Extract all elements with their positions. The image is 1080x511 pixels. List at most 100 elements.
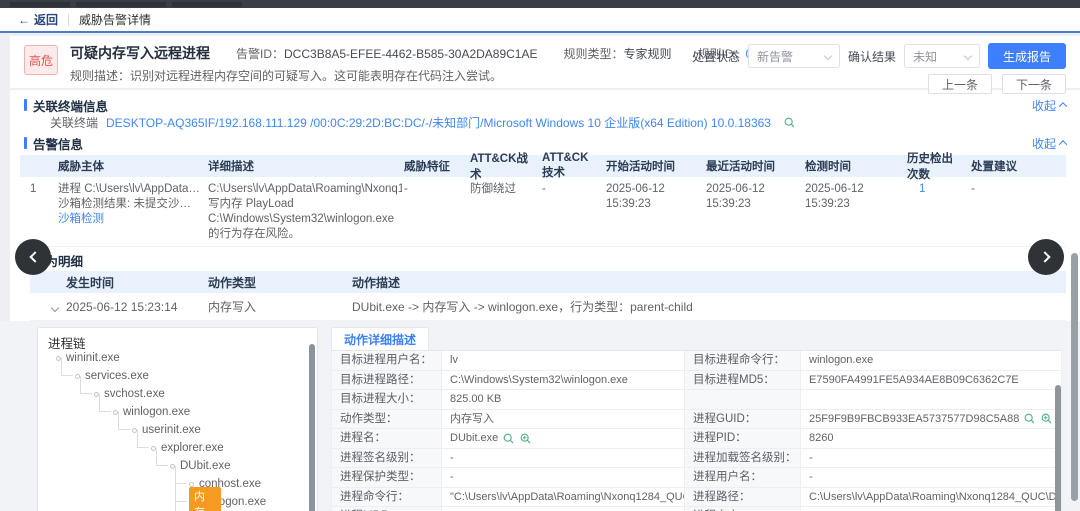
detail-label: 目标进程命令行： [685, 351, 801, 371]
detail-value-text: C:\Windows\System32\winlogon.exe [450, 373, 628, 386]
carousel-next-button[interactable] [1028, 239, 1064, 275]
search-icon[interactable] [783, 116, 796, 129]
alert-column-header: ATT&CK技术 [542, 152, 589, 179]
next-alert-button[interactable]: 下一条 [1002, 74, 1066, 94]
process-panel-scrollbar-thumb[interactable] [309, 344, 315, 511]
behavior-column-header: 动作类型 [208, 275, 257, 290]
alert-column-header: 检测时间 [805, 161, 851, 173]
detail-value: - [442, 468, 685, 488]
alert-column-header: 开始活动时间 [606, 161, 675, 173]
technique-cell: - [542, 183, 546, 195]
detail-label: 进程名： [332, 429, 442, 449]
carousel-prev-button[interactable] [15, 239, 51, 275]
alert-section-title: 告警信息 [33, 137, 84, 152]
zoom-in-icon[interactable] [1040, 412, 1053, 425]
detail-label: 目标进程MD5： [685, 370, 801, 390]
chrome-tab-fragment [76, 1, 166, 7]
detail-label: 进程签名级别： [332, 448, 442, 468]
alert-title: 可疑内存写入远程进程 [70, 45, 210, 61]
detail-value: 25F9F9B9FBCB933EA5737577D98C5A88 [801, 409, 1062, 429]
suggestion-cell: - [971, 183, 975, 195]
search-icon[interactable] [502, 432, 515, 445]
alert-table: 威胁主体 详细描述 威胁特征 ATT&CK战术 ATT&CK技术 开始活动时间 最近活动时间… [20, 152, 1066, 247]
alert-column-header: 最近活动时间 [706, 161, 775, 173]
detail-value: - [801, 448, 1062, 468]
terminal-label: 关联终端 [50, 116, 99, 130]
detail-label [685, 390, 801, 410]
terminal-section-title: 关联终端信息 [33, 99, 109, 114]
action-type-badge: 内存写入 [189, 487, 221, 511]
process-chain-title: 进程链 [48, 337, 86, 351]
process-chain-panel: 进程链 wininit.exe services.exe svchost.exe wi… [37, 327, 318, 511]
behavior-desc-cell: DUbit.exe -> 内存写入 -> winlogon.exe，行为类型：p… [352, 300, 693, 314]
detail-value: lv [442, 351, 685, 371]
back-arrow-icon: ← [18, 12, 30, 27]
search-icon[interactable] [1023, 412, 1036, 425]
chevron-down-icon [963, 51, 973, 61]
detail-label: 进程大小： [685, 507, 801, 511]
process-node[interactable]: services.exe [61, 358, 307, 385]
process-node[interactable]: explorer.exe [137, 430, 307, 457]
process-node[interactable]: winlogon.exe [99, 394, 307, 421]
node-bullet-icon [189, 481, 194, 487]
detail-value-text: - [809, 471, 813, 484]
alert-table-row[interactable]: 1 进程 C:\Users\lv\AppData\Roami... 沙箱检测结果… [20, 177, 1066, 247]
behavior-time-cell: 2025-06-12 15:23:14 [66, 299, 178, 314]
process-node[interactable]: DUbit.exe [156, 448, 307, 475]
page-scrollbar-thumb[interactable] [1071, 253, 1078, 501]
detail-value-text: E7590FA4991FE5A934AE8B09C6362C7E [809, 373, 1019, 386]
terminal-link[interactable]: DESKTOP-AQ365IF/192.168.111.129 /00:0C:2… [106, 114, 771, 131]
terminal-section-header: 关联终端信息 收起 [10, 96, 1080, 114]
divider [68, 13, 70, 26]
description-cell: C:\Users\lv\AppData\Roaming\Nxonq1284_QU… [208, 183, 402, 240]
detail-table-scrollbar-thumb[interactable] [1055, 385, 1061, 511]
action-detail-panel: 动作详细描述 目标进程用户名： lv 目标进程命令行： winlogon.exe 目标进… [331, 327, 1062, 511]
detail-label: 进程保护类型： [332, 468, 442, 488]
alert-collapse-link[interactable]: 收起 [1032, 135, 1068, 152]
expand-row-icon[interactable] [50, 303, 60, 312]
confirm-result-label: 确认结果 [847, 49, 896, 64]
process-node-label: winlogon.exe [123, 406, 191, 418]
detail-label: 目标进程路径： [332, 370, 442, 390]
process-node[interactable]: userinit.exe [118, 412, 307, 439]
confirm-result-select[interactable]: 未知 [903, 44, 980, 68]
detail-label: 进程MD5： [332, 507, 442, 511]
section-accent-bar [24, 137, 27, 149]
detail-value: C:\Users\lv\AppData\Roaming\Nxonq1284_QU… [801, 487, 1062, 507]
back-button[interactable]: ← 返回 [18, 11, 58, 28]
dispose-status-select[interactable]: 新告警 [747, 44, 840, 68]
terminal-collapse-link[interactable]: 收起 [1032, 97, 1068, 114]
chevron-up-icon [1058, 102, 1068, 111]
process-node[interactable]: wininit.exe [56, 349, 307, 367]
behavior-table-row[interactable]: 2025-06-12 15:23:14 内存写入 DUbit.exe -> 内存… [30, 293, 1066, 321]
behavior-column-header: 动作描述 [352, 275, 401, 290]
rule-type: 规则类型：专家规则 [563, 46, 672, 61]
window-chrome-strip [0, 0, 1080, 8]
detail-label: 动作类型： [332, 409, 442, 429]
chevron-down-icon [823, 51, 833, 61]
tab-action-detail[interactable]: 动作详细描述 [331, 327, 430, 350]
detail-value-text: 25F9F9B9FBCB933EA5737577D98C5A88 [809, 412, 1020, 425]
page-title: 威胁告警详情 [79, 13, 152, 27]
detail-value-text: 8260 [809, 432, 834, 445]
behavior-type-cell: 内存写入 [208, 300, 257, 314]
process-node-label: svchost.exe [104, 388, 165, 400]
threat-subject-cell: 进程 C:\Users\lv\AppData\Roami... 沙箱检测结果: … [58, 183, 200, 225]
detail-value-text: - [450, 451, 454, 464]
detail-value-text: 825.00 KB [450, 393, 502, 406]
chevron-up-icon [1058, 140, 1068, 149]
detail-value: "C:\Users\lv\AppData\Roaming\Nxonq1284_Q… [442, 487, 685, 507]
process-node-label: userinit.exe [142, 424, 201, 436]
process-node[interactable]: svchost.exe [80, 376, 307, 403]
process-node-label: explorer.exe [161, 442, 224, 454]
history-count-link[interactable]: 1 [919, 183, 925, 195]
prev-alert-button[interactable]: 上一条 [928, 74, 992, 94]
alert-summary-card: 高危 可疑内存写入远程进程 告警ID：DCC3B8A5-EFEE-4462-B5… [10, 36, 1080, 94]
generate-report-button[interactable]: 生成报告 [987, 43, 1066, 69]
behavior-section-header: 行为明细 [10, 251, 1080, 269]
sandbox-detect-link[interactable]: 沙箱检测 [58, 213, 104, 225]
detail-value [801, 390, 1062, 410]
page-header: ← 返回 威胁告警详情 [0, 8, 1080, 33]
detail-value-text: - [809, 451, 813, 464]
zoom-in-icon[interactable] [519, 432, 532, 445]
